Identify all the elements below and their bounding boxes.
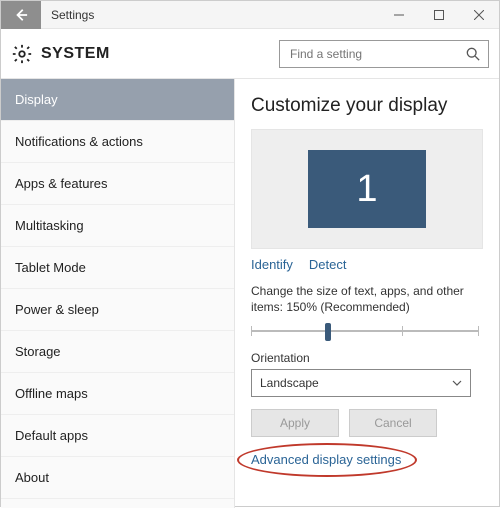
scale-slider[interactable] (251, 319, 483, 343)
sidebar-item-offline-maps[interactable]: Offline maps (1, 373, 234, 415)
apply-button[interactable]: Apply (251, 409, 339, 437)
sidebar-item-tablet-mode[interactable]: Tablet Mode (1, 247, 234, 289)
sidebar-item-label: Notifications & actions (15, 134, 143, 149)
sidebar-item-label: Offline maps (15, 386, 88, 401)
monitor-tile[interactable]: 1 (308, 150, 426, 228)
window-controls (379, 1, 499, 29)
minimize-icon (394, 10, 404, 20)
button-label: Cancel (374, 416, 411, 430)
orientation-label: Orientation (251, 351, 483, 365)
search-input[interactable] (288, 46, 466, 62)
sidebar-item-display[interactable]: Display (1, 79, 234, 121)
search-box[interactable] (279, 40, 489, 68)
title-bar: Settings (1, 1, 499, 29)
back-button[interactable] (1, 1, 41, 29)
button-label: Apply (280, 416, 310, 430)
sidebar-item-label: Multitasking (15, 218, 84, 233)
maximize-button[interactable] (419, 1, 459, 29)
close-icon (474, 10, 484, 20)
search-icon (466, 47, 480, 61)
header: SYSTEM (1, 29, 499, 79)
sidebar-item-label: Default apps (15, 428, 88, 443)
slider-thumb[interactable] (325, 323, 331, 341)
orientation-select[interactable]: Landscape (251, 369, 471, 397)
sidebar-item-power-sleep[interactable]: Power & sleep (1, 289, 234, 331)
content-pane: Customize your display 1 Identify Detect… (235, 79, 499, 508)
sidebar-item-notifications[interactable]: Notifications & actions (1, 121, 234, 163)
arrow-left-icon (14, 8, 28, 22)
sidebar-item-multitasking[interactable]: Multitasking (1, 205, 234, 247)
advanced-display-settings-link[interactable]: Advanced display settings (251, 452, 401, 467)
maximize-icon (434, 10, 444, 20)
window-title: Settings (51, 8, 379, 22)
slider-ticks (251, 326, 479, 336)
display-preview[interactable]: 1 (251, 129, 483, 249)
cancel-button[interactable]: Cancel (349, 409, 437, 437)
identify-link[interactable]: Identify (251, 257, 293, 272)
detect-link[interactable]: Detect (309, 257, 347, 272)
monitor-number: 1 (356, 168, 377, 211)
orientation-value: Landscape (260, 376, 319, 390)
sidebar-item-label: Apps & features (15, 176, 108, 191)
sidebar-item-default-apps[interactable]: Default apps (1, 415, 234, 457)
system-heading: SYSTEM (41, 45, 279, 63)
scale-label: Change the size of text, apps, and other… (251, 284, 483, 315)
chevron-down-icon (452, 380, 462, 386)
sidebar-item-storage[interactable]: Storage (1, 331, 234, 373)
sidebar-item-label: Storage (15, 344, 61, 359)
sidebar-item-label: About (15, 470, 49, 485)
sidebar-item-apps-features[interactable]: Apps & features (1, 163, 234, 205)
minimize-button[interactable] (379, 1, 419, 29)
page-title: Customize your display (251, 95, 483, 117)
sidebar-item-label: Power & sleep (15, 302, 99, 317)
sidebar-item-label: Display (15, 92, 58, 107)
close-button[interactable] (459, 1, 499, 29)
sidebar-item-about[interactable]: About (1, 457, 234, 499)
sidebar-item-label: Tablet Mode (15, 260, 86, 275)
gear-icon (11, 43, 33, 65)
sidebar: Display Notifications & actions Apps & f… (1, 79, 235, 508)
